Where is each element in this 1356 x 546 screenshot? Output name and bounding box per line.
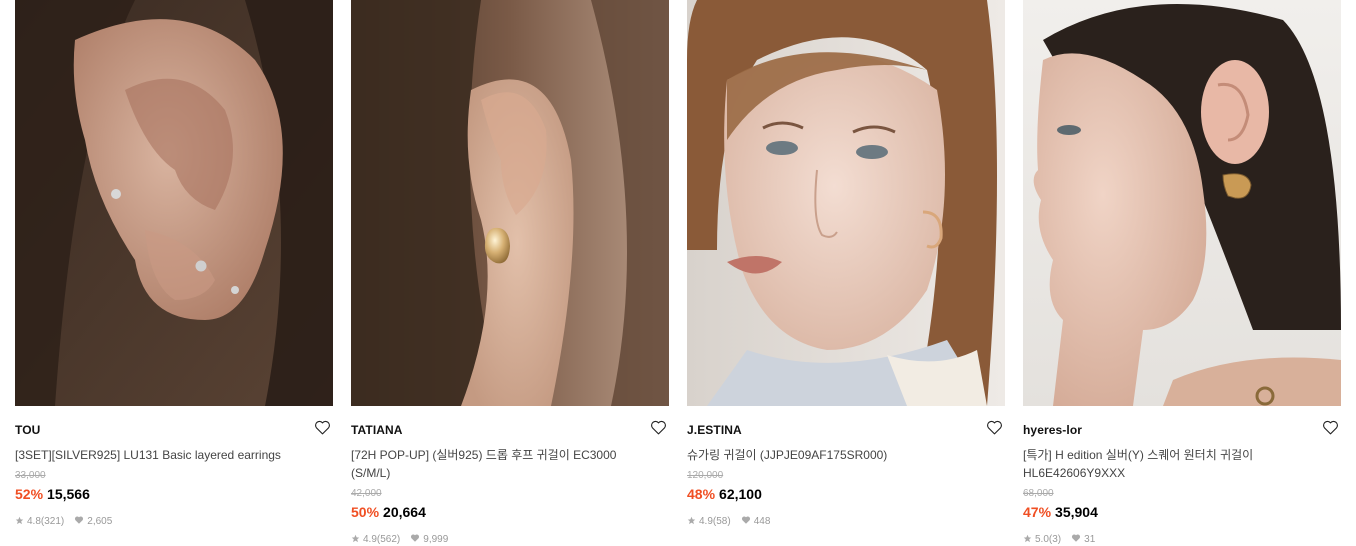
heart-count-icon (410, 533, 420, 546)
like-count: 2,605 (87, 516, 113, 527)
discount-rate: 48% (687, 486, 716, 502)
sale-price: 35,904 (1055, 504, 1098, 520)
original-price: 120,000 (687, 470, 724, 481)
product-meta: 4.9 (58) 448 (687, 515, 770, 528)
sale-price: 15,566 (47, 486, 90, 502)
product-grid: TOU [3SET][SILVER925] LU131 Basic layere… (0, 0, 1356, 545)
discount-rate: 52% (15, 486, 44, 502)
brand-name[interactable]: TATIANA (351, 423, 403, 437)
drop-hoop-photo (351, 0, 669, 406)
review-count: (321) (40, 516, 65, 527)
sale-price: 20,664 (383, 504, 426, 520)
rating-value: 5.0 (1035, 534, 1049, 545)
heart-count-icon (74, 515, 84, 528)
like-heart-icon[interactable] (1322, 419, 1339, 436)
like-heart-icon[interactable] (650, 419, 667, 436)
product-image[interactable] (1023, 0, 1341, 406)
sale-price: 62,100 (719, 486, 762, 502)
product-image[interactable] (687, 0, 1005, 406)
rating-value: 4.8 (27, 516, 41, 527)
star-icon (687, 516, 696, 528)
product-meta: 4.8 (321) 2,605 (15, 515, 112, 528)
brand-name[interactable]: hyeres-lor (1023, 423, 1082, 437)
product-card[interactable]: TOU [3SET][SILVER925] LU131 Basic layere… (15, 0, 333, 538)
discount-rate: 47% (1023, 504, 1052, 520)
rating-value: 4.9 (699, 516, 713, 527)
star-icon (15, 516, 24, 528)
like-heart-icon[interactable] (314, 419, 331, 436)
original-price: 42,000 (351, 488, 382, 499)
review-count: (3) (1048, 534, 1062, 545)
product-image[interactable] (351, 0, 669, 406)
like-count: 9,999 (423, 534, 449, 545)
price-line: 50% 20,664 (351, 504, 426, 520)
product-card[interactable]: TATIANA [72H POP-UP] (실버925) 드롭 후프 귀걸이 E… (351, 0, 669, 545)
heart-count-icon (1071, 533, 1081, 546)
review-count: (58) (712, 516, 731, 527)
price-line: 47% 35,904 (1023, 504, 1098, 520)
product-card[interactable]: J.ESTINA 슈가링 귀걸이 (JJPJE09AF175SR000) 120… (687, 0, 1005, 538)
original-price: 68,000 (1023, 488, 1054, 499)
ear-piercing-photo (15, 0, 333, 406)
brand-name[interactable]: TOU (15, 423, 40, 437)
like-count: 31 (1084, 534, 1096, 545)
product-card[interactable]: hyeres-lor [특가] H edition 실버(Y) 스퀘어 원터치 … (1023, 0, 1341, 545)
star-icon (351, 534, 360, 546)
product-title[interactable]: 슈가링 귀걸이 (JJPJE09AF175SR000) (687, 446, 967, 464)
product-meta: 4.9 (562) 9,999 (351, 533, 448, 546)
product-title[interactable]: [3SET][SILVER925] LU131 Basic layered ea… (15, 446, 295, 464)
product-title[interactable]: [특가] H edition 실버(Y) 스퀘어 원터치 귀걸이 HL6E426… (1023, 446, 1303, 482)
product-meta: 5.0 (3) 31 (1023, 533, 1095, 546)
price-line: 52% 15,566 (15, 486, 90, 502)
review-count: (562) (376, 534, 401, 545)
rating-value: 4.9 (363, 534, 377, 545)
original-price: 33,000 (15, 470, 46, 481)
product-title[interactable]: [72H POP-UP] (실버925) 드롭 후프 귀걸이 EC3000 (S… (351, 446, 631, 482)
product-image[interactable] (15, 0, 333, 406)
model-portrait-photo (687, 0, 1005, 406)
discount-rate: 50% (351, 504, 380, 520)
brand-name[interactable]: J.ESTINA (687, 423, 742, 437)
heart-count-icon (741, 515, 751, 528)
like-count: 448 (753, 516, 771, 527)
like-heart-icon[interactable] (986, 419, 1003, 436)
price-line: 48% 62,100 (687, 486, 762, 502)
star-icon (1023, 534, 1032, 546)
model-profile-photo (1023, 0, 1341, 406)
